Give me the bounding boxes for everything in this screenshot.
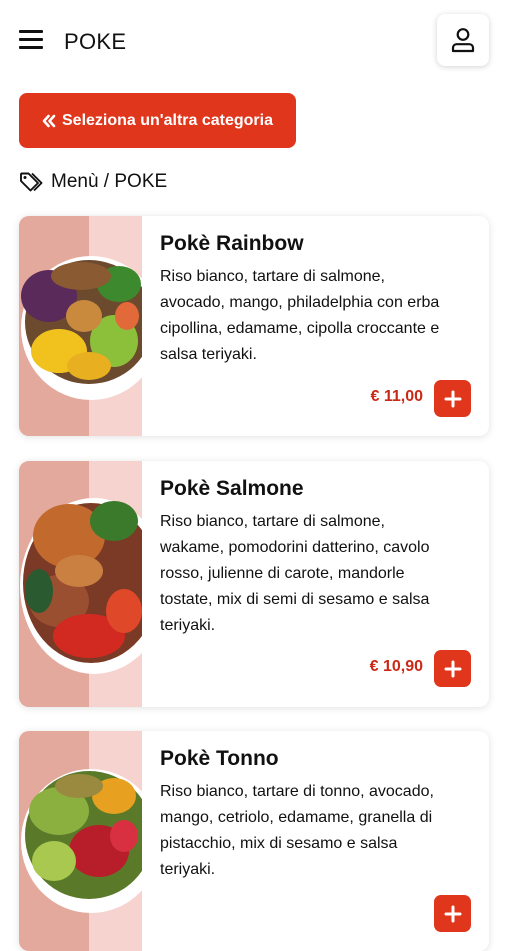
product-card[interactable]: Pokè Tonno Riso bianco, tartare di tonno…: [19, 731, 489, 951]
product-name: Pokè Salmone: [160, 477, 304, 500]
product-price: € 11,00: [370, 388, 424, 405]
page-title: POKE: [64, 29, 127, 54]
select-other-category-label: Seleziona un'altra categoria: [62, 111, 273, 129]
user-account-button[interactable]: [437, 14, 489, 66]
product-card[interactable]: Pokè Rainbow Riso bianco, tartare di sal…: [19, 216, 489, 436]
breadcrumb: Menù / POKE: [19, 170, 167, 194]
user-icon: [451, 28, 475, 53]
product-photo: [19, 731, 142, 951]
double-chevron-left-icon: [42, 114, 56, 127]
product-name: Pokè Tonno: [160, 747, 279, 770]
product-photo: [19, 216, 142, 436]
product-description: Riso bianco, tartare di tonno, avocado, …: [160, 783, 434, 878]
breadcrumb-text: Menù / POKE: [51, 171, 168, 192]
add-to-cart-button[interactable]: [434, 380, 471, 417]
product-card[interactable]: Pokè Salmone Riso bianco, tartare di sal…: [19, 461, 489, 707]
add-to-cart-button[interactable]: [434, 895, 471, 932]
product-photo: [19, 461, 142, 707]
hamburger-icon[interactable]: [19, 30, 43, 50]
top-bar: POKE: [0, 0, 507, 82]
product-description: Riso bianco, tartare di salmone, avocado…: [160, 268, 440, 363]
product-name: Pokè Rainbow: [160, 232, 304, 255]
select-other-category-button[interactable]: Seleziona un'altra categoria: [19, 93, 296, 148]
plus-icon: [444, 905, 461, 922]
product-price: € 10,90: [369, 658, 423, 675]
product-description: Riso bianco, tartare di salmone, wakame,…: [160, 513, 430, 634]
plus-icon: [444, 660, 461, 677]
add-to-cart-button[interactable]: [434, 650, 471, 687]
plus-icon: [444, 390, 461, 407]
tags-icon: [20, 172, 43, 192]
